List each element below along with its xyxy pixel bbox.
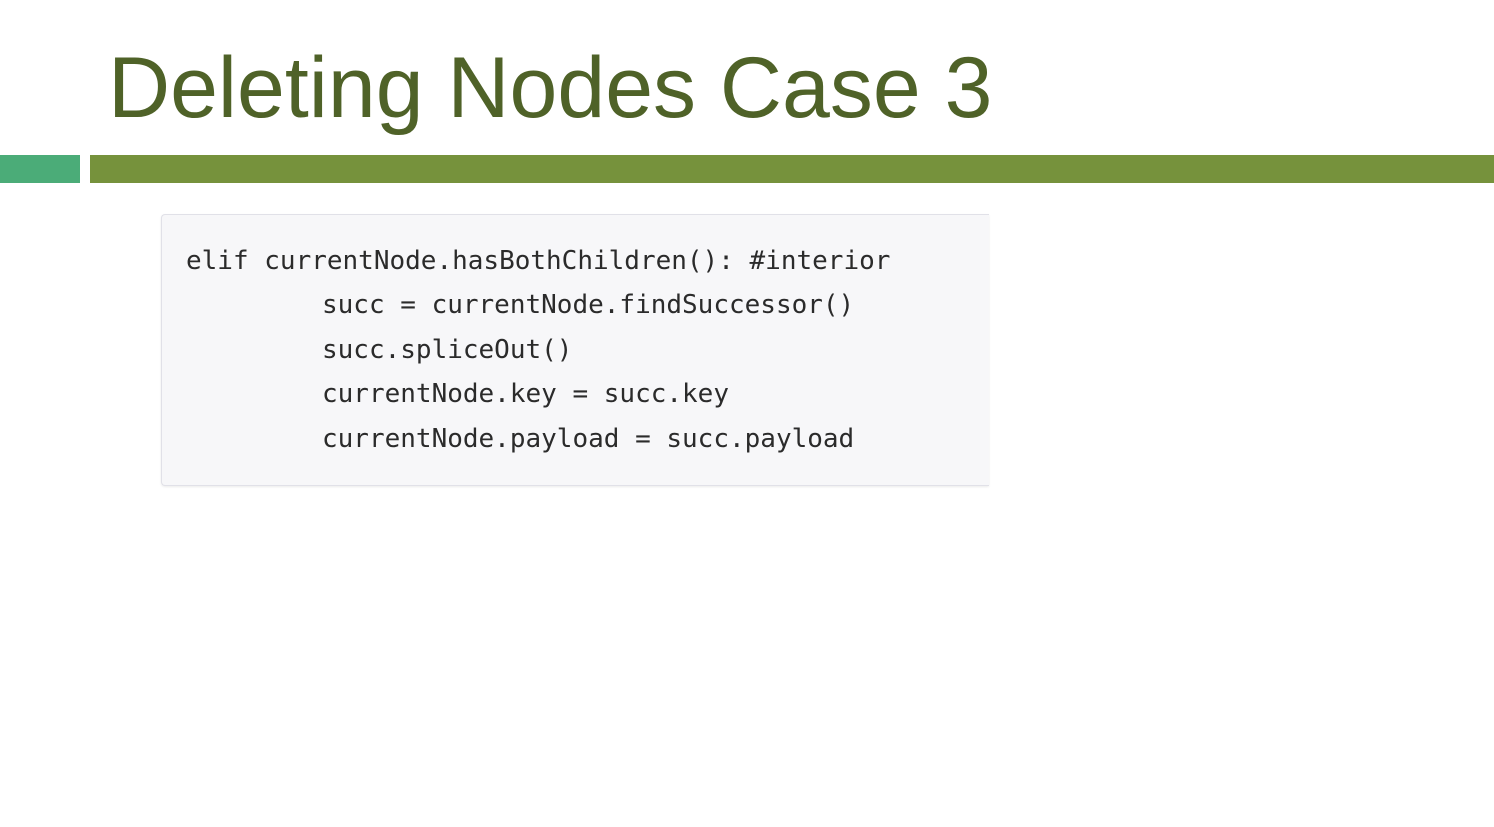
code-line-2: succ = currentNode.findSuccessor() — [322, 290, 855, 320]
slide-title: Deleting Nodes Case 3 — [108, 40, 993, 136]
code-line-3: succ.spliceOut() — [322, 335, 573, 365]
code-block: elif currentNode.hasBothChildren(): #int… — [161, 214, 989, 486]
code-line-1: elif currentNode.hasBothChildren(): #int… — [186, 246, 891, 276]
slide: Deleting Nodes Case 3 elif currentNode.h… — [0, 0, 1494, 827]
accent-bar-main — [90, 155, 1494, 183]
code-line-5: currentNode.payload = succ.payload — [322, 424, 855, 454]
accent-bar-left — [0, 155, 80, 183]
code-line-4: currentNode.key = succ.key — [322, 379, 729, 409]
